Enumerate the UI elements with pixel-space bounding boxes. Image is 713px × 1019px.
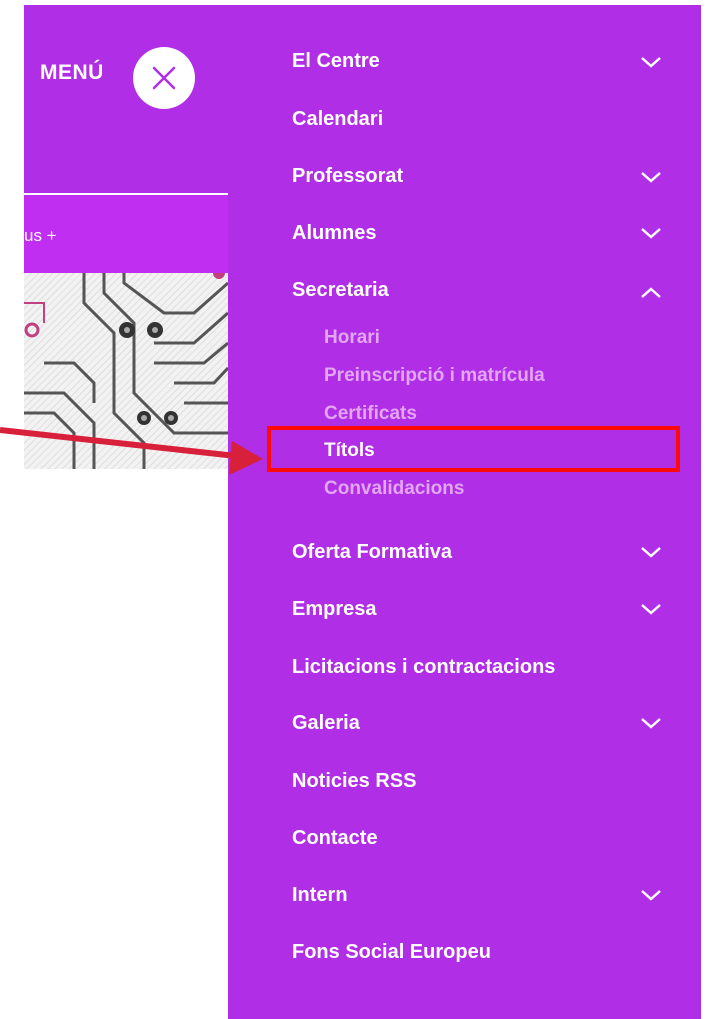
close-menu-button[interactable]	[133, 47, 195, 109]
chevron-up-icon[interactable]	[640, 286, 662, 300]
menu-item-fons-social-europeu[interactable]: Fons Social Europeu	[292, 941, 491, 964]
menu-item-noticies-rss[interactable]: Noticies RSS	[292, 770, 416, 793]
submenu-item-convalidacions[interactable]: Convalidacions	[324, 478, 464, 500]
chevron-down-icon[interactable]	[640, 888, 662, 902]
menu-item-empresa[interactable]: Empresa	[292, 598, 377, 621]
menu-item-contacte[interactable]: Contacte	[292, 827, 378, 850]
chevron-down-icon[interactable]	[640, 170, 662, 184]
highlight-box	[267, 426, 680, 472]
submenu-item-horari[interactable]: Horari	[324, 327, 380, 349]
menu-item-alumnes[interactable]: Alumnes	[292, 222, 376, 245]
chevron-down-icon[interactable]	[640, 602, 662, 616]
chevron-down-icon[interactable]	[640, 226, 662, 240]
menu-item-professorat[interactable]: Professorat	[292, 165, 403, 188]
circuit-board-image	[24, 273, 228, 469]
side-menu-panel	[228, 5, 701, 1019]
chevron-down-icon[interactable]	[640, 716, 662, 730]
promo-bar[interactable]: us +	[24, 195, 228, 273]
menu-item-secretaria[interactable]: Secretaria	[292, 279, 389, 302]
menu-label: MENÚ	[40, 61, 104, 84]
menu-item-licitacions[interactable]: Licitacions i contractacions	[292, 656, 555, 679]
menu-item-el-centre[interactable]: El Centre	[292, 50, 380, 73]
chevron-down-icon[interactable]	[640, 55, 662, 69]
close-icon	[152, 66, 176, 90]
chevron-down-icon[interactable]	[640, 545, 662, 559]
menu-item-intern[interactable]: Intern	[292, 884, 348, 907]
header-bar	[24, 5, 228, 193]
submenu-item-certificats[interactable]: Certificats	[324, 403, 417, 425]
promo-text: us +	[24, 226, 57, 245]
submenu-item-preinscripcio[interactable]: Preinscripció i matrícula	[324, 365, 545, 387]
menu-item-galeria[interactable]: Galeria	[292, 712, 360, 735]
menu-item-oferta-formativa[interactable]: Oferta Formativa	[292, 541, 452, 564]
menu-item-calendari[interactable]: Calendari	[292, 108, 383, 131]
